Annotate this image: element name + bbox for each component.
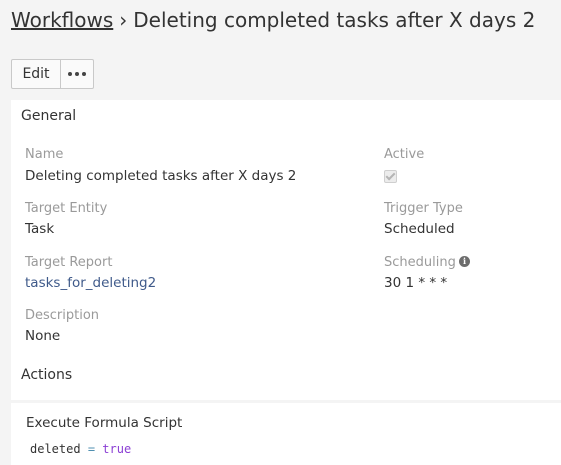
description-value: None — [25, 328, 61, 344]
code-value: true — [102, 442, 132, 456]
trigger-type-label: Trigger Type — [384, 201, 463, 216]
page-title: Deleting completed tasks after X days 2 — [133, 8, 536, 32]
formula-code: deleted = true — [30, 442, 131, 456]
section-title-general: General — [21, 108, 77, 124]
more-actions-button[interactable] — [61, 59, 94, 89]
breadcrumb-workflows-link[interactable]: Workflows — [11, 8, 113, 32]
ellipsis-horizontal-icon — [68, 72, 86, 76]
breadcrumb: Workflows › Deleting completed tasks after… — [11, 8, 535, 32]
action-card: Execute Formula Script deleted = true — [11, 403, 561, 465]
name-value: Deleting completed tasks after X days 2 — [25, 168, 297, 184]
target-entity-value: Task — [25, 221, 55, 237]
scheduling-value: 30 1 * * * — [384, 275, 448, 291]
name-label: Name — [25, 147, 64, 162]
code-variable: deleted — [30, 442, 81, 456]
workflow-details-panel: General Name Deleting completed tasks af… — [11, 100, 561, 400]
action-title: Execute Formula Script — [26, 415, 183, 431]
code-operator: = — [87, 442, 96, 456]
active-checkbox — [384, 170, 397, 183]
target-report-link[interactable]: tasks_for_deleting2 — [25, 275, 156, 291]
toolbar: Edit — [11, 59, 94, 89]
target-report-label: Target Report — [25, 255, 113, 270]
info-icon[interactable]: i — [459, 256, 470, 267]
section-title-actions: Actions — [21, 367, 73, 383]
active-label: Active — [384, 147, 425, 162]
scheduling-label: Scheduling — [384, 255, 456, 270]
target-entity-label: Target Entity — [25, 201, 108, 216]
trigger-type-value: Scheduled — [384, 221, 455, 237]
edit-button[interactable]: Edit — [11, 59, 61, 89]
description-label: Description — [25, 308, 100, 323]
breadcrumb-separator: › — [119, 8, 128, 32]
